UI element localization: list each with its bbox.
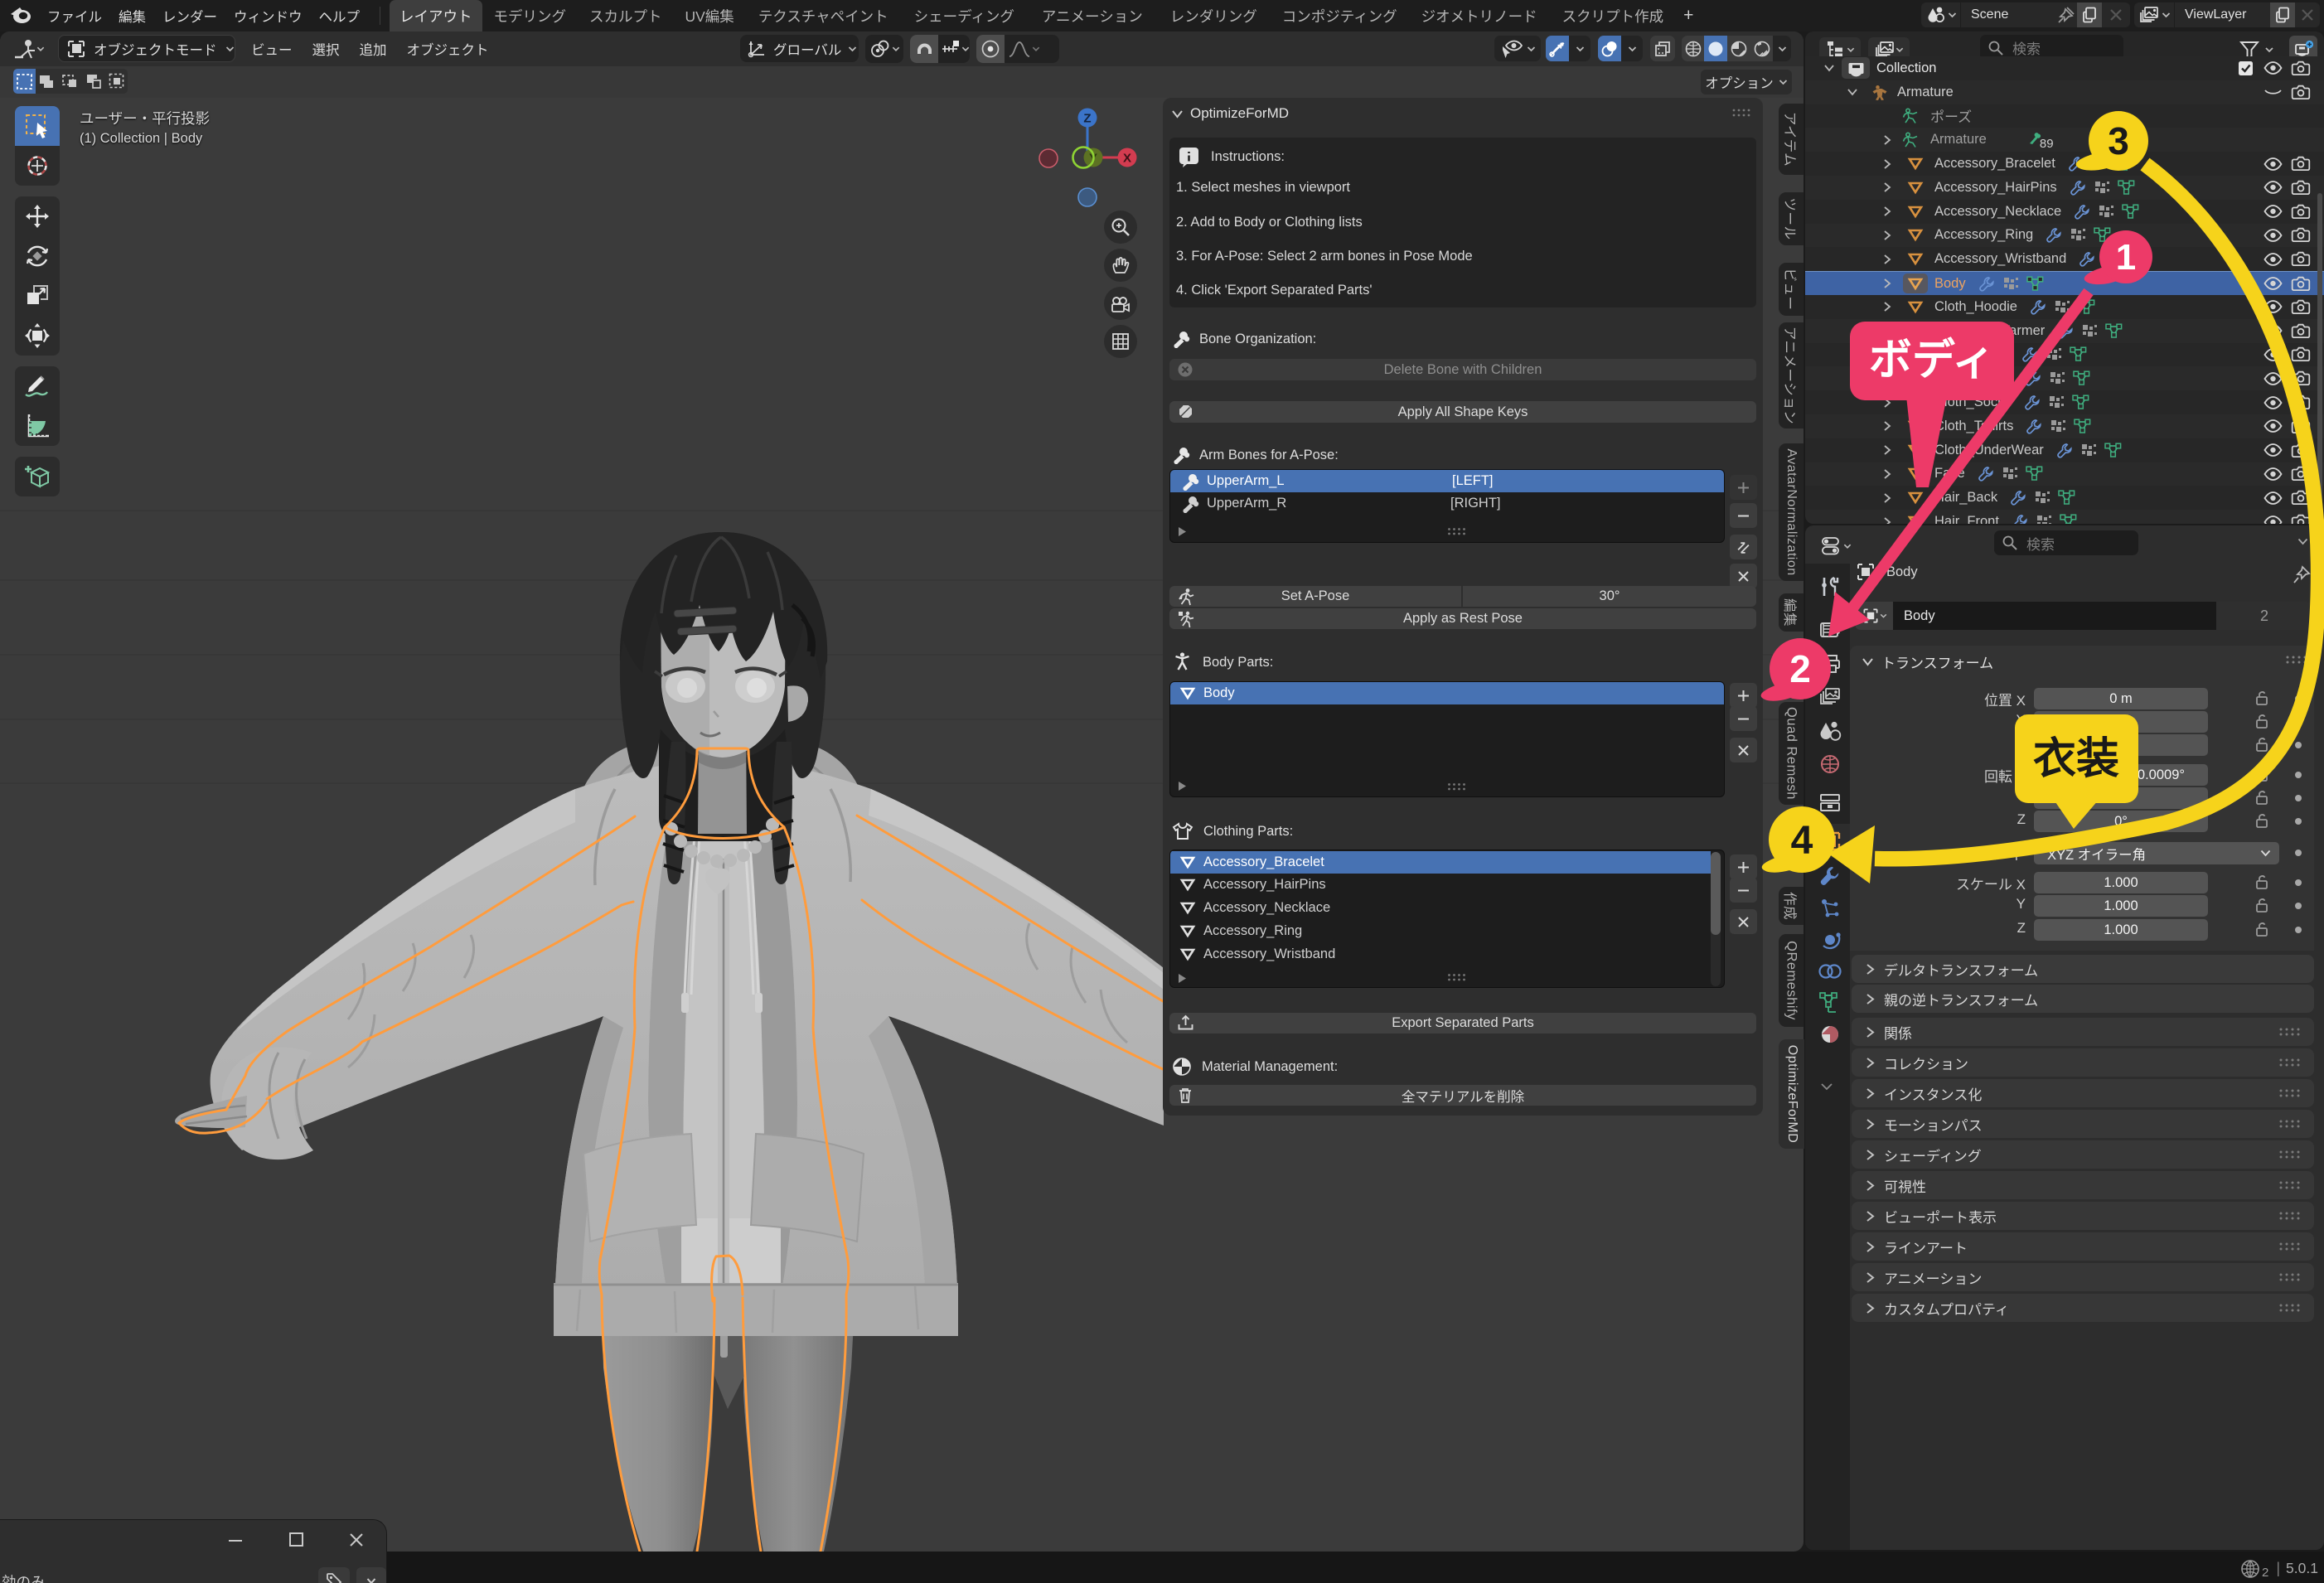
svg-text:Z: Z xyxy=(1083,112,1091,126)
svg-text:X: X xyxy=(1123,152,1131,166)
